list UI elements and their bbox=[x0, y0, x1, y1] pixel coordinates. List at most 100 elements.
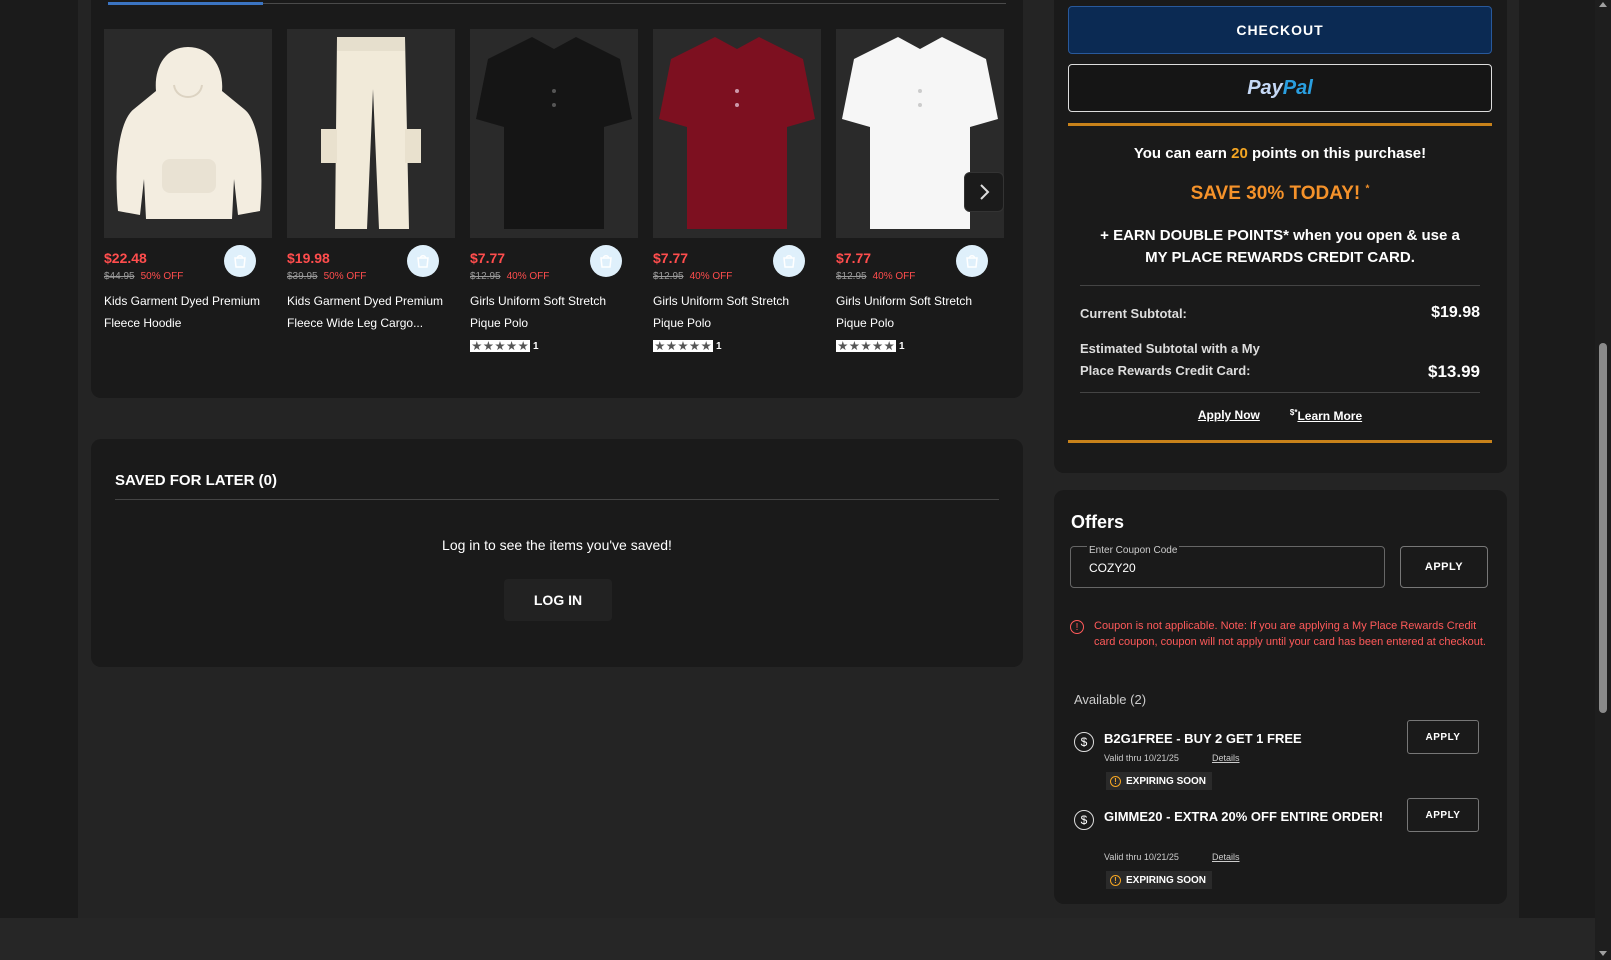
product-name[interactable]: Girls Uniform Soft Stretch Pique Polo bbox=[470, 290, 638, 334]
star-rating: 1 bbox=[470, 340, 638, 352]
rating-count: 1 bbox=[716, 340, 722, 352]
current-subtotal-value: $19.98 bbox=[1431, 304, 1480, 321]
double-points-text: + EARN DOUBLE POINTS* when you open & us… bbox=[1100, 227, 1460, 266]
learn-more-link-wrap: $*Learn More bbox=[1290, 408, 1362, 423]
expiring-soon-badge: ! EXPIRING SOON bbox=[1106, 871, 1213, 889]
login-button[interactable]: LOG IN bbox=[504, 579, 612, 621]
discount-label: 40% OFF bbox=[872, 271, 916, 282]
recommendations-carousel: $22.48 $44.95 50% OFF Kids Garment Dyed P… bbox=[91, 0, 1023, 398]
discount-label: 50% OFF bbox=[140, 271, 184, 282]
apply-coupon-button[interactable]: APPLY bbox=[1400, 546, 1488, 588]
product-name[interactable]: Kids Garment Dyed Premium Fleece Hoodie bbox=[104, 290, 272, 334]
coupon-code-input[interactable]: Enter Coupon Code COZY20 bbox=[1070, 545, 1385, 588]
shopping-bag-icon bbox=[966, 255, 978, 268]
star-rating: 1 bbox=[653, 340, 821, 352]
error-icon: ! bbox=[1070, 620, 1084, 634]
original-price: $12.95 bbox=[470, 271, 501, 282]
product-name[interactable]: Girls Uniform Soft Stretch Pique Polo bbox=[836, 290, 1004, 334]
coupon-title: GIMME20 - EXTRA 20% OFF ENTIRE ORDER! bbox=[1104, 809, 1384, 824]
product-image-hoodie[interactable] bbox=[104, 29, 272, 238]
add-to-bag-button[interactable] bbox=[224, 245, 256, 277]
coupon-code-value: COZY20 bbox=[1089, 561, 1136, 575]
price-row: $7.77 $12.95 40% OFF bbox=[836, 245, 1004, 294]
checkout-button[interactable]: CHECKOUT bbox=[1068, 6, 1492, 54]
divider bbox=[115, 499, 999, 500]
coupon-validity: Valid thru 10/21/25 bbox=[1104, 852, 1179, 862]
earn-points-value: 20 bbox=[1231, 145, 1248, 162]
order-summary-panel: CHECKOUT Pay Pal You can earn 20 points o… bbox=[1054, 0, 1507, 473]
product-name[interactable]: Kids Garment Dyed Premium Fleece Wide Le… bbox=[287, 290, 455, 334]
paypal-button[interactable]: Pay Pal bbox=[1068, 64, 1492, 112]
apply-coupon-gimme20-button[interactable]: APPLY bbox=[1407, 798, 1479, 832]
price-row: $7.77 $12.95 40% OFF bbox=[470, 245, 638, 294]
footer-strip bbox=[0, 918, 1595, 960]
product-image-burgundy-polo[interactable] bbox=[653, 29, 821, 238]
apply-now-link[interactable]: Apply Now bbox=[1198, 408, 1260, 423]
product-image-black-polo[interactable] bbox=[470, 29, 638, 238]
learn-more-link[interactable]: Learn More bbox=[1297, 409, 1362, 423]
product-card[interactable]: $22.48 $44.95 50% OFF Kids Garment Dyed P… bbox=[104, 29, 272, 334]
paypal-logo-pay: Pay bbox=[1247, 76, 1283, 99]
product-image-cargo-pants[interactable] bbox=[287, 29, 455, 238]
coupon-details-link[interactable]: Details bbox=[1212, 753, 1240, 763]
add-to-bag-button[interactable] bbox=[407, 245, 439, 277]
estimated-subtotal-value: $13.99 bbox=[1428, 362, 1480, 381]
offers-title: Offers bbox=[1071, 512, 1125, 532]
offers-panel: Offers Enter Coupon Code COZY20 APPLY ! … bbox=[1054, 490, 1507, 904]
earn-points-text: You can earn 20 points on this purchase! bbox=[1133, 145, 1427, 162]
clock-icon: ! bbox=[1110, 874, 1121, 886]
tab-active-indicator[interactable] bbox=[108, 2, 263, 5]
add-to-bag-button[interactable] bbox=[956, 245, 988, 277]
discount-label: 40% OFF bbox=[689, 271, 733, 282]
current-subtotal-row: Current Subtotal: $19.98 bbox=[1080, 304, 1480, 322]
product-card[interactable]: $7.77 $12.95 40% OFF Girls Uniform Soft S… bbox=[470, 29, 638, 352]
page-scrollbar[interactable] bbox=[1595, 0, 1611, 960]
shopping-bag-icon bbox=[417, 255, 429, 268]
original-price: $12.95 bbox=[836, 271, 867, 282]
scrollbar-thumb[interactable] bbox=[1599, 343, 1607, 713]
rating-count: 1 bbox=[899, 340, 905, 352]
scroll-down-arrow-icon[interactable] bbox=[1599, 951, 1607, 956]
stars-icon bbox=[653, 340, 713, 352]
current-subtotal-label: Current Subtotal: bbox=[1080, 305, 1187, 321]
product-card[interactable]: $7.77 $12.95 40% OFF Girls Uniform Soft S… bbox=[653, 29, 821, 352]
product-card[interactable]: $19.98 $39.95 50% OFF Kids Garment Dyed P… bbox=[287, 29, 455, 334]
product-name[interactable]: Girls Uniform Soft Stretch Pique Polo bbox=[653, 290, 821, 334]
add-to-bag-button[interactable] bbox=[773, 245, 805, 277]
original-price: $12.95 bbox=[653, 271, 684, 282]
scroll-up-arrow-icon[interactable] bbox=[1599, 2, 1607, 7]
rating-count: 1 bbox=[533, 340, 539, 352]
add-to-bag-button[interactable] bbox=[590, 245, 622, 277]
promo-divider bbox=[1068, 440, 1492, 443]
price-row: $19.98 $39.95 50% OFF bbox=[287, 245, 455, 294]
saved-login-message: Log in to see the items you've saved! bbox=[442, 537, 672, 553]
shopping-bag-icon bbox=[234, 255, 246, 268]
saved-for-later-panel: SAVED FOR LATER (0) Log in to see the it… bbox=[91, 439, 1023, 667]
original-price: $39.95 bbox=[287, 271, 318, 282]
price-row: $7.77 $12.95 40% OFF bbox=[653, 245, 821, 294]
expiring-soon-badge: ! EXPIRING SOON bbox=[1106, 772, 1213, 790]
promo-divider bbox=[1068, 123, 1492, 126]
save-today-mark: * bbox=[1365, 183, 1370, 195]
paypal-logo-pal: Pal bbox=[1282, 76, 1313, 99]
price-row: $22.48 $44.95 50% OFF bbox=[104, 245, 272, 294]
discount-label: 40% OFF bbox=[506, 271, 550, 282]
coupon-details-link[interactable]: Details bbox=[1212, 852, 1240, 862]
estimated-subtotal-label: Estimated Subtotal with a My Place Rewar… bbox=[1080, 341, 1260, 378]
stars-icon bbox=[470, 340, 530, 352]
divider bbox=[1080, 285, 1480, 286]
stars-icon bbox=[836, 340, 896, 352]
star-rating: 1 bbox=[836, 340, 1004, 352]
save-today-banner: SAVE 30% TODAY! * bbox=[1190, 183, 1370, 204]
shopping-bag-icon bbox=[783, 255, 795, 268]
dollar-coin-icon: $ bbox=[1074, 732, 1094, 752]
apply-coupon-b2g1free-button[interactable]: APPLY bbox=[1407, 720, 1479, 754]
coupon-title: B2G1FREE - BUY 2 GET 1 FREE bbox=[1104, 731, 1302, 746]
original-price: $44.95 bbox=[104, 271, 135, 282]
chevron-right-icon bbox=[980, 184, 990, 200]
carousel-next-button[interactable] bbox=[964, 172, 1004, 212]
discount-label: 50% OFF bbox=[323, 271, 367, 282]
available-coupons-heading: Available (2) bbox=[1074, 692, 1147, 707]
coupon-code-label: Enter Coupon Code bbox=[1087, 545, 1180, 556]
saved-for-later-title: SAVED FOR LATER (0) bbox=[115, 472, 277, 489]
